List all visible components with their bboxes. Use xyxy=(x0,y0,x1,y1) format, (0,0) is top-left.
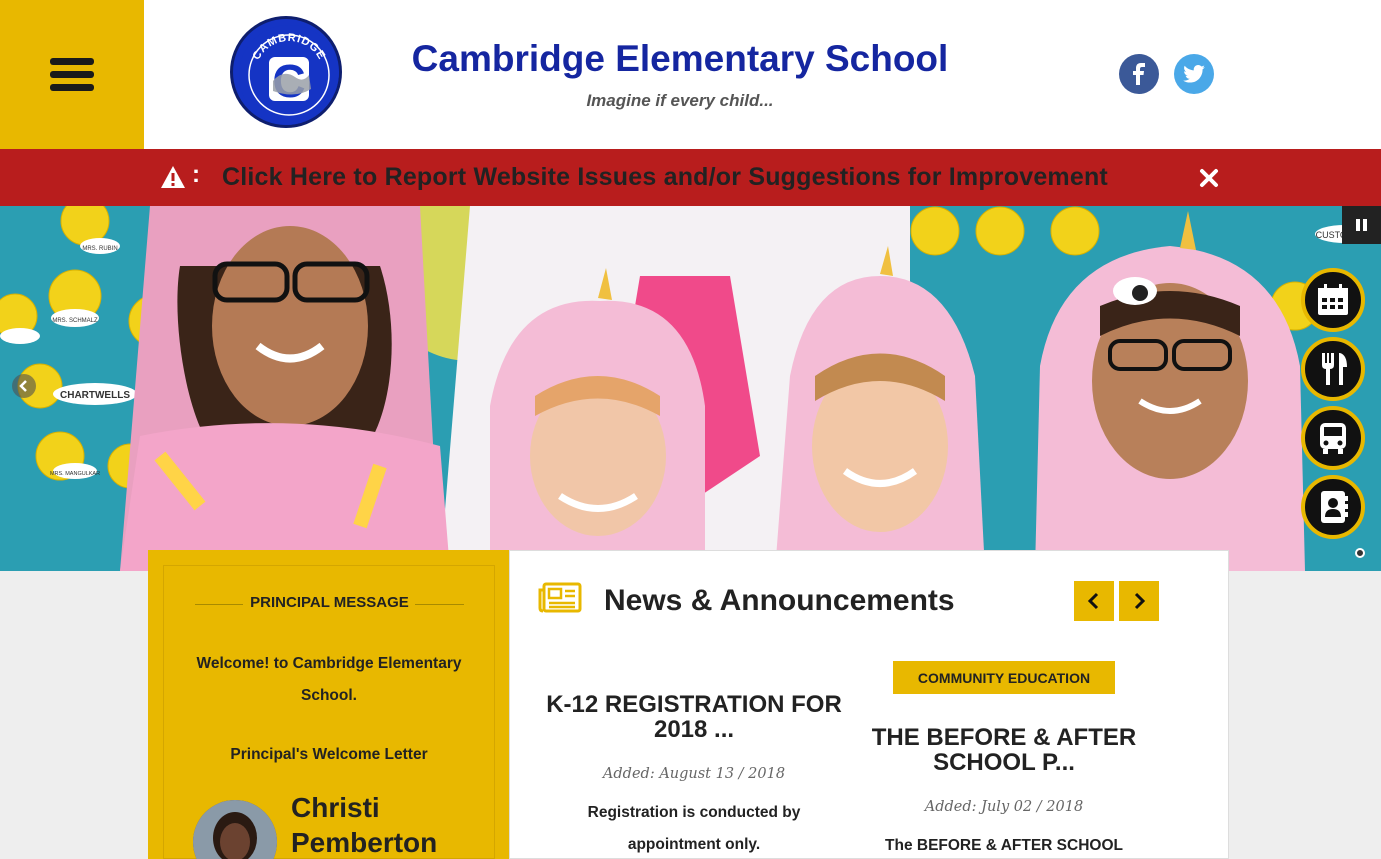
board-label: CHARTWELLS xyxy=(60,390,130,401)
school-logo[interactable]: CAMBRIDGE C xyxy=(230,16,342,128)
calendar-icon xyxy=(1318,284,1348,315)
twitter-icon xyxy=(1183,65,1205,83)
chevron-left-icon xyxy=(1087,592,1099,610)
article-summary: Registration is conducted by appointment… xyxy=(587,804,801,853)
article-date: Added: July 02 / 2018 xyxy=(924,799,1084,815)
close-icon[interactable] xyxy=(1196,165,1222,191)
previous-slide-button[interactable] xyxy=(12,374,36,398)
bus-icon xyxy=(1320,423,1346,454)
alert-bar: : Click Here to Report Website Issues an… xyxy=(0,149,1381,206)
board-label: MRS. SCHMALZ xyxy=(52,318,98,324)
principal-last-name: Pemberton xyxy=(291,827,438,858)
principal-name: Christi Pemberton xyxy=(291,790,437,859)
news-next-button[interactable] xyxy=(1119,581,1159,621)
article-title[interactable]: K-12 REGISTRATION FOR 2018 ... xyxy=(540,692,848,742)
hamburger-icon xyxy=(50,52,94,97)
news-heading: News & Announcements xyxy=(604,584,955,617)
school-name[interactable]: Cambridge Elementary School xyxy=(380,38,980,80)
facebook-icon xyxy=(1133,63,1145,85)
menu-button[interactable] xyxy=(0,0,144,149)
report-issues-link[interactable]: Click Here to Report Website Issues and/… xyxy=(222,163,1108,192)
principal-message-heading: PRINCIPAL MESSAGE xyxy=(250,594,409,611)
article-date: Added: August 13 / 2018 xyxy=(602,766,786,782)
article-category-badge[interactable]: COMMUNITY EDUCATION xyxy=(893,661,1115,694)
principal-welcome-text: Welcome! to Cambridge Elementary School. xyxy=(196,655,462,704)
logo-graphic: CAMBRIDGE C xyxy=(239,25,339,125)
contact-book-icon xyxy=(1321,491,1348,523)
board-label: MRS. MANGULKAR xyxy=(50,471,100,477)
principal-letter-link[interactable]: Principal's Welcome Letter xyxy=(180,746,478,764)
alert-separator: : xyxy=(192,161,200,188)
facebook-link[interactable] xyxy=(1119,54,1159,94)
chevron-right-icon xyxy=(1134,592,1146,610)
twitter-link[interactable] xyxy=(1174,54,1214,94)
transportation-quick-link[interactable] xyxy=(1301,406,1365,470)
newspaper-icon xyxy=(538,582,582,613)
directory-quick-link[interactable] xyxy=(1301,475,1365,539)
site-header: CAMBRIDGE C Cambridge Elementary School … xyxy=(0,0,1381,149)
principal-first-name: Christi xyxy=(291,792,380,823)
pause-slideshow-button[interactable] xyxy=(1342,206,1381,244)
dining-quick-link[interactable] xyxy=(1301,337,1365,401)
hero-slideshow: CHARTWELLS MRS. SCHMALZ MRS. RUBIN MRS. … xyxy=(0,206,1381,571)
warning-icon xyxy=(161,166,185,188)
article-summary: The BEFORE & AFTER SCHOOL xyxy=(885,837,1123,854)
fork-knife-icon xyxy=(1322,353,1347,385)
chevron-left-icon xyxy=(19,380,27,392)
board-label: MRS. RUBIN xyxy=(82,246,117,252)
slide-indicator[interactable] xyxy=(1355,548,1365,558)
calendar-quick-link[interactable] xyxy=(1301,268,1365,332)
article-title[interactable]: THE BEFORE & AFTER SCHOOL P... xyxy=(860,725,1148,775)
hero-photo: CHARTWELLS MRS. SCHMALZ MRS. RUBIN MRS. … xyxy=(0,206,1381,571)
news-previous-button[interactable] xyxy=(1074,581,1114,621)
pause-icon-bar xyxy=(1363,219,1367,231)
page: CAMBRIDGE C Cambridge Elementary School … xyxy=(0,0,1381,859)
tagline: Imagine if every child... xyxy=(586,91,774,110)
pause-icon xyxy=(1356,219,1360,231)
